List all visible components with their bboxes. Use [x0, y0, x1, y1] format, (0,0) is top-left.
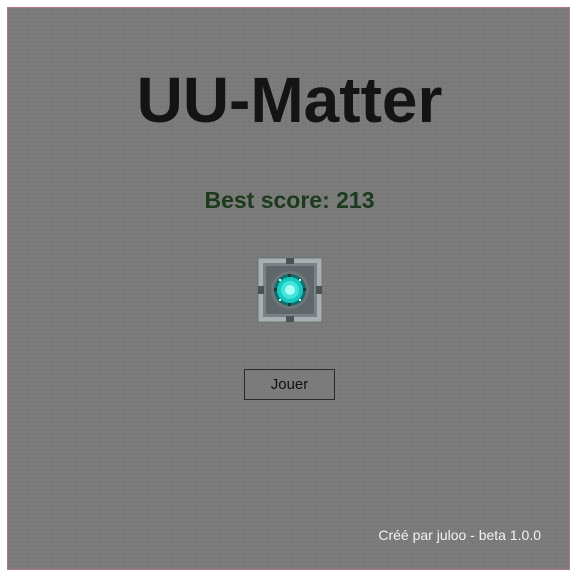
credits-text: Créé par juloo - beta 1.0.0 — [378, 527, 541, 543]
uu-matter-block-icon — [257, 257, 323, 323]
game-title: UU-Matter — [136, 64, 443, 136]
game-screen: UU-Matter Best score: 213 Jouer Créé par… — [7, 7, 570, 570]
play-button[interactable]: Jouer — [244, 369, 335, 400]
best-score: Best score: 213 — [204, 187, 375, 213]
